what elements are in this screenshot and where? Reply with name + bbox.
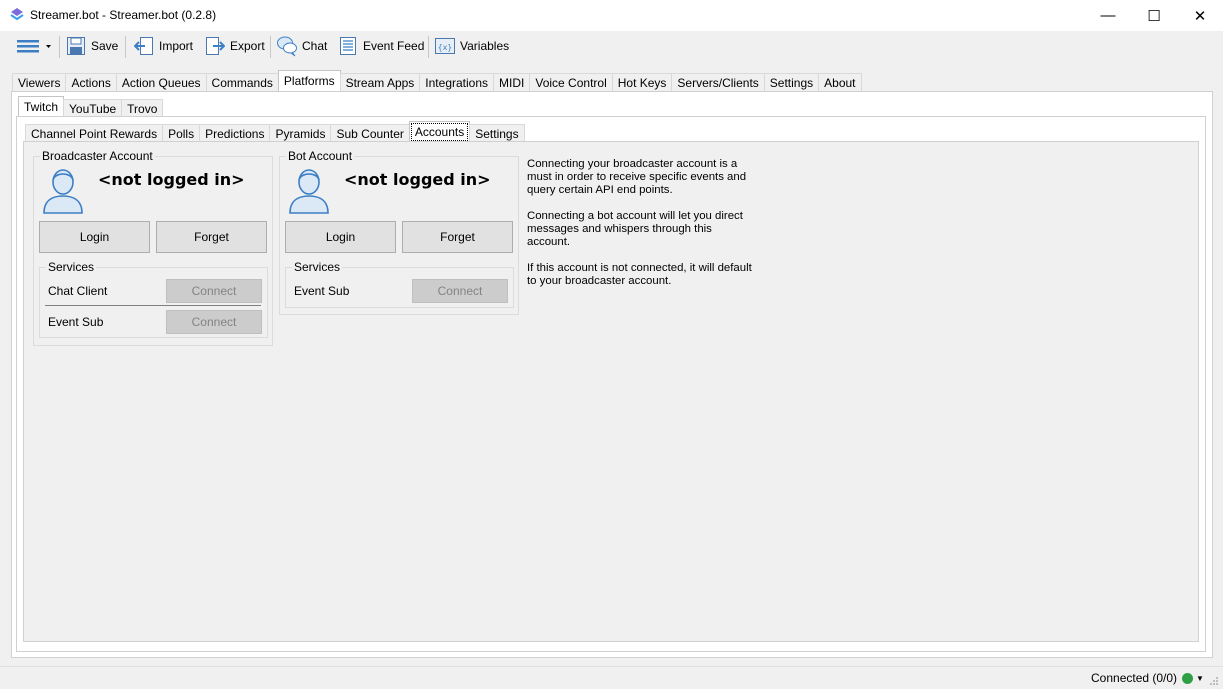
title-bar: Streamer.bot - Streamer.bot (0.2.8) — ☐ … xyxy=(0,0,1223,31)
bot-forget-button[interactable]: Forget xyxy=(402,221,513,253)
export-icon xyxy=(204,35,226,57)
connection-status-text: Connected (0/0) xyxy=(1091,671,1178,685)
minimize-button[interactable]: — xyxy=(1085,0,1131,31)
broadcaster-avatar-icon xyxy=(43,169,83,214)
bot-event-sub-connect-label: Connect xyxy=(437,284,483,298)
tab-voice-control[interactable]: Voice Control xyxy=(529,73,613,92)
variables-button[interactable]: {x} Variables xyxy=(434,33,509,59)
variables-icon: {x} xyxy=(434,35,456,57)
broadcaster-event-sub-connect-button[interactable]: Connect xyxy=(166,310,262,334)
tab-platforms[interactable]: Platforms xyxy=(277,70,341,92)
twitch-tab-accounts[interactable]: Accounts xyxy=(408,121,471,143)
save-label: Save xyxy=(91,39,119,53)
bot-login-button[interactable]: Login xyxy=(285,221,396,253)
status-indicator-icon xyxy=(1182,672,1193,684)
bot-services-title: Services xyxy=(294,260,341,274)
import-label: Import xyxy=(159,39,194,53)
close-button[interactable]: ✕ xyxy=(1177,0,1223,31)
broadcaster-login-label: Login xyxy=(79,230,110,244)
services-divider xyxy=(45,305,261,306)
export-label: Export xyxy=(230,39,265,53)
menu-dropdown-button[interactable] xyxy=(14,33,52,59)
broadcaster-account-title: Broadcaster Account xyxy=(42,149,153,163)
tab-actions[interactable]: Actions xyxy=(65,73,117,92)
broadcaster-chat-client-connect-button[interactable]: Connect xyxy=(166,279,262,303)
tab-integrations[interactable]: Integrations xyxy=(419,73,495,92)
chat-button[interactable]: Chat xyxy=(276,33,327,59)
export-button[interactable]: Export xyxy=(204,33,265,59)
dropdown-arrow-icon: ▼ xyxy=(1196,673,1204,683)
save-icon xyxy=(65,35,87,57)
save-button[interactable]: Save xyxy=(65,33,118,59)
toolbar-separator xyxy=(428,36,429,58)
tab-about[interactable]: About xyxy=(818,73,862,92)
bot-login-label: Login xyxy=(325,230,356,244)
import-icon xyxy=(133,35,155,57)
bot-event-sub-connect-button[interactable]: Connect xyxy=(412,279,508,303)
chat-label: Chat xyxy=(302,39,328,53)
accounts-info-text: Connecting your broadcaster account is a… xyxy=(527,158,752,287)
event-feed-label: Event Feed xyxy=(363,39,425,53)
chat-bubble-icon xyxy=(276,35,298,57)
event-feed-button[interactable]: Event Feed xyxy=(337,33,424,59)
window-title: Streamer.bot - Streamer.bot (0.2.8) xyxy=(30,8,217,22)
bot-forget-label: Forget xyxy=(440,230,475,244)
maximize-button[interactable]: ☐ xyxy=(1131,0,1177,31)
toolbar-separator xyxy=(270,36,271,58)
tab-hot-keys[interactable]: Hot Keys xyxy=(611,73,673,92)
connection-status-dropdown[interactable]: ▼ xyxy=(1182,671,1204,685)
minimize-icon: — xyxy=(1100,7,1116,24)
broadcaster-chat-client-connect-label: Connect xyxy=(191,284,237,298)
tab-stream-apps[interactable]: Stream Apps xyxy=(339,73,421,92)
tab-midi[interactable]: MIDI xyxy=(493,73,531,92)
resize-grip-icon[interactable] xyxy=(1209,676,1219,686)
broadcaster-services-title: Services xyxy=(48,260,95,274)
bot-account-name: <not logged in> xyxy=(344,170,491,189)
broadcaster-forget-label: Forget xyxy=(194,230,229,244)
bot-avatar-icon xyxy=(289,169,329,214)
toolbar-separator xyxy=(59,36,60,58)
status-bar: Connected (0/0) ▼ xyxy=(0,666,1223,689)
variables-label: Variables xyxy=(460,39,510,53)
main-tab-strip: Viewers Actions Action Queues Commands Platf… xyxy=(12,70,862,92)
tab-action-queues[interactable]: Action Queues xyxy=(115,73,207,92)
tab-servers-clients[interactable]: Servers/Clients xyxy=(671,73,765,92)
tab-viewers[interactable]: Viewers xyxy=(12,73,67,92)
streamerbot-logo-icon xyxy=(10,8,24,21)
hamburger-menu-icon xyxy=(17,40,51,53)
broadcaster-chat-client-label: Chat Client xyxy=(48,284,108,298)
toolbar-separator xyxy=(125,36,126,58)
event-feed-icon xyxy=(337,35,359,57)
broadcaster-forget-button[interactable]: Forget xyxy=(156,221,267,253)
close-icon: ✕ xyxy=(1193,7,1207,25)
platform-tab-twitch[interactable]: Twitch xyxy=(18,96,65,118)
bot-event-sub-label: Event Sub xyxy=(294,284,350,298)
broadcaster-event-sub-label: Event Sub xyxy=(48,315,104,329)
import-button[interactable]: Import xyxy=(133,33,193,59)
broadcaster-event-sub-connect-label: Connect xyxy=(191,315,237,329)
broadcaster-login-button[interactable]: Login xyxy=(39,221,150,253)
broadcaster-account-name: <not logged in> xyxy=(98,170,245,189)
bot-account-title: Bot Account xyxy=(288,149,353,163)
tab-commands[interactable]: Commands xyxy=(205,73,279,92)
tab-settings[interactable]: Settings xyxy=(763,73,820,92)
maximize-icon: ☐ xyxy=(1147,7,1161,25)
svg-text:{x}: {x} xyxy=(438,43,452,52)
